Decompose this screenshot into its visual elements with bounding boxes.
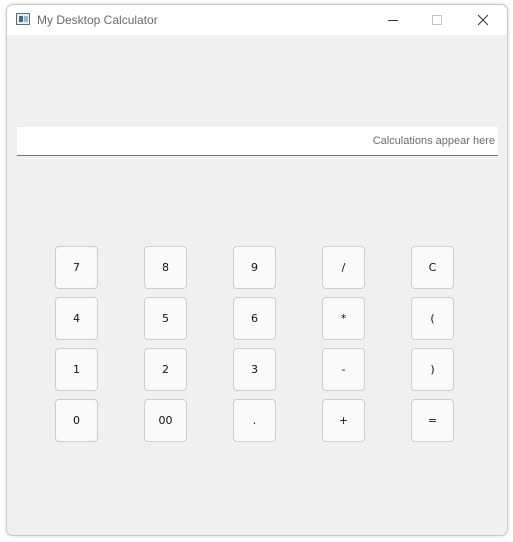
close-paren-button[interactable]: ) (411, 348, 454, 391)
app-window-icon (16, 13, 30, 25)
button-4[interactable]: 4 (55, 297, 98, 340)
calculation-display[interactable] (17, 127, 498, 156)
open-paren-button[interactable]: ( (411, 297, 454, 340)
maximize-button[interactable] (415, 5, 459, 35)
close-icon (477, 14, 489, 26)
button-3[interactable]: 3 (233, 348, 276, 391)
decimal-button[interactable]: . (233, 399, 276, 442)
calculator-window: My Desktop Calculator 7 8 9 / C 4 5 6 * … (6, 4, 508, 536)
window-title: My Desktop Calculator (37, 13, 158, 27)
clear-button[interactable]: C (411, 246, 454, 289)
button-5[interactable]: 5 (144, 297, 187, 340)
button-6[interactable]: 6 (233, 297, 276, 340)
button-7[interactable]: 7 (55, 246, 98, 289)
button-2[interactable]: 2 (144, 348, 187, 391)
app-icon-pane-left (19, 16, 23, 22)
button-0[interactable]: 0 (55, 399, 98, 442)
subtract-button[interactable]: - (322, 348, 365, 391)
button-1[interactable]: 1 (55, 348, 98, 391)
minimize-icon (388, 20, 398, 21)
equals-button[interactable]: = (411, 399, 454, 442)
minimize-button[interactable] (371, 5, 415, 35)
button-9[interactable]: 9 (233, 246, 276, 289)
multiply-button[interactable]: * (322, 297, 365, 340)
title-bar[interactable]: My Desktop Calculator (7, 5, 507, 35)
divide-button[interactable]: / (322, 246, 365, 289)
add-button[interactable]: + (322, 399, 365, 442)
button-8[interactable]: 8 (144, 246, 187, 289)
button-00[interactable]: 00 (144, 399, 187, 442)
app-icon-pane-right (24, 16, 28, 22)
close-button[interactable] (461, 5, 505, 35)
maximize-icon (432, 15, 442, 25)
